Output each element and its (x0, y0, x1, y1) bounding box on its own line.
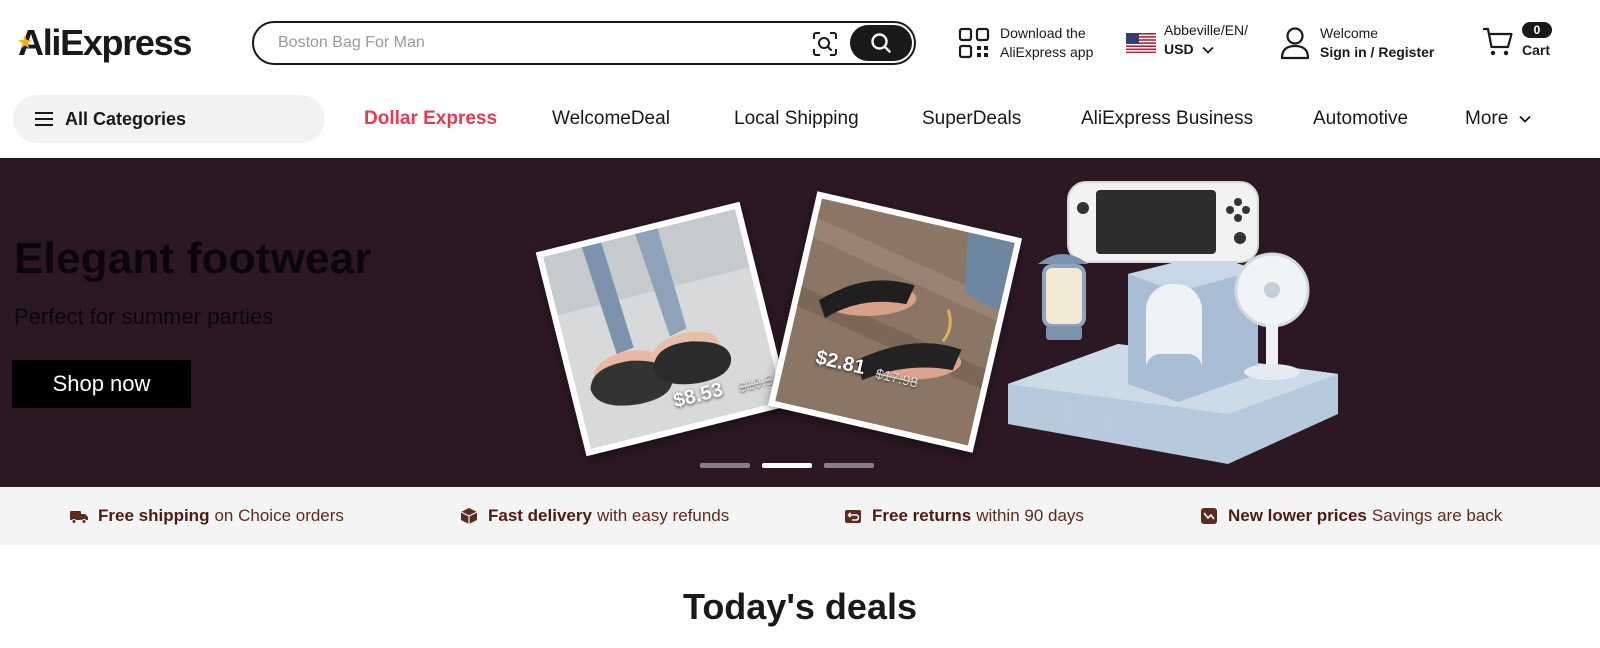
app-download-line2: AliExpress app (1000, 44, 1094, 60)
carousel-dot-1[interactable] (700, 463, 750, 468)
logo-text: AliExpress (18, 22, 192, 63)
logo-star-icon (18, 35, 32, 49)
hero-subtitle: Perfect for summer parties (14, 304, 274, 329)
todays-deals-heading: Today's deals (683, 586, 917, 627)
benefit-text: within 90 days (976, 506, 1084, 525)
all-categories-label: All Categories (65, 108, 187, 129)
app-download-line1: Download the (1000, 25, 1086, 41)
welcome-text: Welcome (1320, 25, 1379, 41)
product-card-flip-flops[interactable]: $8.53 $10.53 (535, 201, 791, 457)
benefit-text: on Choice orders (214, 506, 344, 525)
search-bar (252, 21, 916, 65)
download-app-link[interactable]: Download the AliExpress app (958, 22, 1093, 64)
us-flag-icon (1126, 33, 1156, 53)
cart-label: Cart (1522, 42, 1551, 58)
nav-item-aliexpress-business[interactable]: AliExpress Business (1081, 106, 1253, 132)
search-icon (871, 33, 891, 53)
truck-icon (70, 511, 88, 524)
carousel-indicators (700, 463, 874, 468)
box-icon (460, 508, 478, 524)
nav-item-superdeals[interactable]: SuperDeals (922, 106, 1021, 132)
return-icon (845, 510, 861, 523)
benefit-bold: Fast delivery (488, 506, 592, 525)
cart-icon (1483, 27, 1513, 56)
cart-count-badge: 0 (1522, 22, 1552, 38)
cart-button[interactable]: 0 Cart (1482, 20, 1572, 64)
user-icon (1280, 27, 1310, 60)
shop-now-button[interactable]: Shop now (12, 360, 191, 408)
locale-region: Abbeville/EN/ (1164, 22, 1249, 38)
benefit-bold: New lower prices (1228, 506, 1367, 525)
all-categories-button[interactable]: All Categories (13, 95, 325, 143)
benefit-text: Savings are back (1371, 506, 1503, 525)
hero-title: Elegant footwear (14, 234, 372, 283)
currency-value: USD (1164, 41, 1194, 57)
search-input[interactable] (278, 23, 778, 63)
chevron-down-icon (1202, 47, 1215, 55)
hero-banner[interactable]: Elegant footwear Perfect for summer part… (0, 158, 1600, 487)
chevron-down-icon (1518, 115, 1531, 123)
benefit-free-shipping[interactable]: Free shipping on Choice orders (70, 505, 344, 527)
benefit-free-returns[interactable]: Free returns within 90 days (844, 505, 1084, 527)
account-link[interactable]: Welcome Sign in / Register (1280, 22, 1434, 64)
carousel-dot-2[interactable] (762, 463, 812, 468)
sandals-illustration (775, 198, 1015, 446)
nav-more-label: More (1465, 108, 1509, 129)
benefit-text: with easy refunds (596, 506, 730, 525)
locale-selector[interactable]: Abbeville/EN/ USD (1126, 21, 1248, 63)
qr-code-icon (958, 27, 990, 59)
header: AliExpress Download the AliExpre (0, 0, 1600, 86)
nav-item-dollar-express[interactable]: Dollar Express (364, 106, 497, 132)
nav-item-local-shipping[interactable]: Local Shipping (734, 106, 859, 132)
carousel-dot-3[interactable] (824, 463, 874, 468)
product-image-sandals: $2.81 $17.98 (775, 198, 1015, 446)
benefit-bold: Free returns (872, 506, 972, 525)
nav-item-welcomedeal[interactable]: WelcomeDeal (552, 106, 670, 132)
benefit-bold: Free shipping (98, 506, 210, 525)
category-nav: All Categories Dollar Express WelcomeDea… (0, 86, 1600, 158)
aliexpress-logo[interactable]: AliExpress (18, 22, 192, 64)
flip-flops-illustration (542, 208, 784, 450)
image-search-icon[interactable] (812, 31, 838, 57)
benefit-new-lower-prices[interactable]: New lower prices Savings are back (1200, 505, 1502, 527)
price-tag-icon (1201, 508, 1217, 524)
nav-item-automotive[interactable]: Automotive (1313, 106, 1408, 132)
hamburger-menu-icon (35, 112, 53, 126)
benefits-bar: Free shipping on Choice orders Fast deli… (0, 487, 1600, 545)
product-image-flip-flops: $8.53 $10.53 (542, 208, 784, 450)
gadgets-illustration (1008, 181, 1338, 464)
product-card-sandals[interactable]: $2.81 $17.98 (767, 191, 1023, 453)
benefit-fast-delivery[interactable]: Fast delivery with easy refunds (460, 505, 729, 527)
nav-item-more[interactable]: More (1465, 106, 1531, 132)
search-button[interactable] (850, 25, 912, 61)
sign-in-register-link[interactable]: Sign in / Register (1320, 43, 1434, 62)
